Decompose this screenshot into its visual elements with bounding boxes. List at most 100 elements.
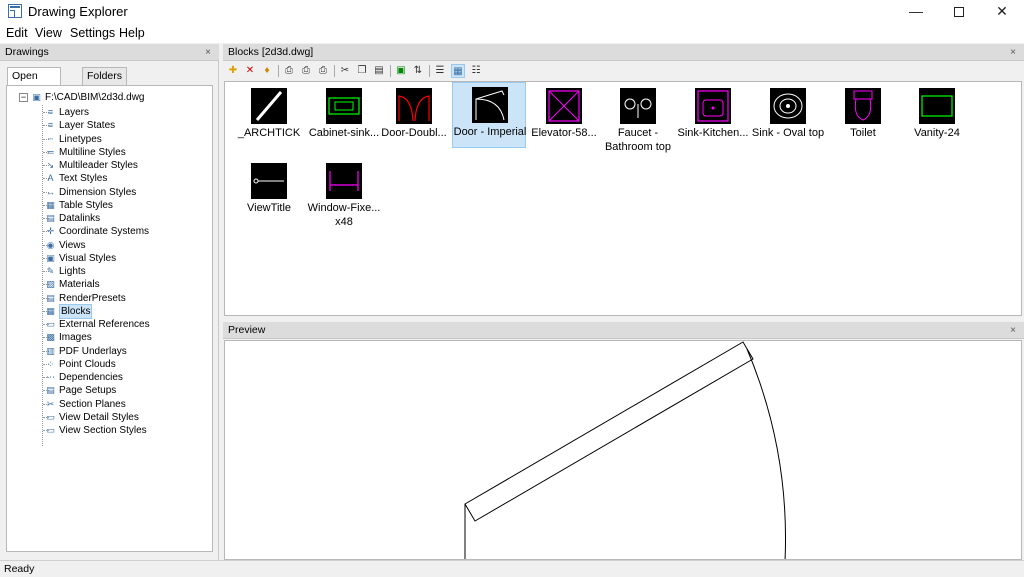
tree-item-icon: ↔ bbox=[46, 186, 55, 197]
block-label: ViewTitle bbox=[246, 202, 292, 214]
block-item[interactable]: Sink - Oval top bbox=[751, 84, 825, 150]
toolbar-separator bbox=[429, 65, 430, 77]
tree-item-label: Lights bbox=[59, 266, 86, 277]
tree-item-label: Multiline Styles bbox=[59, 146, 126, 158]
archtick-icon bbox=[251, 88, 287, 124]
block-item[interactable]: Elevator-58... bbox=[527, 84, 601, 150]
tree-item-label: PDF Underlays bbox=[59, 345, 127, 357]
cut-icon[interactable]: ✂ bbox=[338, 64, 352, 78]
sync-icon[interactable]: ⇅ bbox=[411, 64, 425, 78]
toolbar-separator bbox=[334, 65, 335, 77]
menu-bar: Edit View Settings Help bbox=[0, 23, 1024, 43]
tree-item-label: Page Setups bbox=[59, 385, 117, 397]
tree-item-label: Table Styles bbox=[59, 199, 113, 211]
drawings-panel-header: Drawings × bbox=[0, 44, 219, 61]
tree-item-icon: ↘ bbox=[46, 160, 55, 170]
tree-item-icon: ▦ bbox=[46, 199, 55, 210]
tree-item-label: Images bbox=[59, 332, 92, 344]
drawing-file-icon: ▣ bbox=[32, 92, 41, 102]
tree-item-label: View Detail Styles bbox=[59, 411, 139, 423]
door-double-icon bbox=[396, 88, 432, 124]
tab-folders[interactable]: Folders bbox=[82, 67, 128, 85]
tree-item-label: Point Clouds bbox=[59, 358, 116, 370]
tree-item-label: Multileader Styles bbox=[59, 160, 138, 171]
block-item[interactable]: _ARCHTICK bbox=[232, 84, 306, 150]
vanity-icon bbox=[919, 88, 955, 124]
drawings-panel: Drawings × Open Drawings Folders − ▣ F:\… bbox=[0, 44, 219, 560]
toolbar-separator bbox=[278, 65, 279, 77]
block-item[interactable]: Window-Fixe... x48 bbox=[307, 159, 381, 228]
tree-item-icon: A bbox=[47, 173, 54, 184]
thumbnail-view-icon[interactable]: ▦ bbox=[451, 64, 465, 78]
maximize-button[interactable] bbox=[936, 0, 982, 23]
app-icon bbox=[8, 4, 22, 18]
refresh-icon[interactable]: ▣ bbox=[394, 64, 408, 78]
insert-icon[interactable]: ⎙ bbox=[282, 64, 296, 78]
block-item[interactable]: Vanity-24 bbox=[900, 84, 974, 150]
close-icon: ✕ bbox=[996, 3, 1008, 19]
tree-item-icon: ▩ bbox=[46, 332, 55, 343]
tab-open-drawings[interactable]: Open Drawings bbox=[7, 67, 61, 98]
tree-item-label: Datalinks bbox=[59, 213, 101, 224]
insert-2-icon[interactable]: ⎙ bbox=[299, 64, 313, 78]
tree-item-label: Blocks bbox=[59, 303, 93, 319]
close-window-button[interactable]: ✕ bbox=[979, 0, 1024, 23]
block-item[interactable]: Cabinet-sink... bbox=[307, 84, 381, 150]
block-item[interactable]: Door-Doubl... bbox=[377, 84, 451, 150]
maximize-icon bbox=[954, 7, 964, 18]
tree-item-icon: ┄ bbox=[47, 133, 54, 144]
faucet-icon bbox=[620, 88, 656, 124]
tree-item-label: Section Planes bbox=[59, 398, 126, 410]
menu-help[interactable]: Help bbox=[119, 26, 145, 40]
tree-item-label: Dependencies bbox=[59, 372, 123, 383]
menu-edit[interactable]: Edit bbox=[6, 26, 28, 40]
blocks-grid: _ARCHTICK Cabinet-sink... Door-Doubl... Doo… bbox=[224, 81, 1022, 316]
block-label: Faucet - Bathroom top bbox=[604, 127, 672, 153]
block-label: Toilet bbox=[850, 127, 876, 139]
tree-item-label: Views bbox=[59, 239, 86, 251]
blocks-panel-close-icon[interactable]: × bbox=[1010, 44, 1016, 61]
insert-3-icon[interactable]: ⎙ bbox=[316, 64, 330, 78]
drawings-panel-title: Drawings bbox=[5, 46, 49, 58]
tree-item-icon: ≡ bbox=[47, 120, 54, 131]
preview-panel-close-icon[interactable]: × bbox=[1010, 322, 1016, 339]
sink-kitchen-icon bbox=[695, 88, 731, 124]
blocks-panel-title: Blocks [2d3d.dwg] bbox=[228, 46, 314, 58]
tree-item-label: RenderPresets bbox=[59, 292, 126, 304]
copy-icon[interactable]: ❐ bbox=[355, 64, 369, 78]
drawing-tree[interactable]: − ▣ F:\CAD\BIM\2d3d.dwg ≡ Layers ≡ Layer St… bbox=[6, 85, 213, 552]
window-title: Drawing Explorer bbox=[28, 4, 128, 19]
tree-item-label: Dimension Styles bbox=[59, 186, 137, 198]
minimize-button[interactable]: — bbox=[893, 0, 939, 23]
door-preview-drawing bbox=[464, 341, 786, 559]
detail-view-icon[interactable]: ☷ bbox=[469, 64, 483, 78]
tree-item-label: View Section Styles bbox=[59, 425, 147, 436]
paste-icon[interactable]: ▤ bbox=[372, 64, 386, 78]
block-item[interactable]: Toilet bbox=[826, 84, 900, 150]
new-icon[interactable]: ✚ bbox=[226, 64, 240, 78]
tree-connector bbox=[42, 105, 43, 446]
collapse-toggle-icon[interactable]: − bbox=[19, 93, 28, 102]
viewtitle-icon bbox=[251, 163, 287, 199]
delete-icon[interactable]: ✕ bbox=[243, 64, 257, 78]
list-view-icon[interactable]: ☰ bbox=[433, 64, 447, 78]
menu-view[interactable]: View bbox=[35, 26, 62, 40]
preview-panel-title: Preview bbox=[228, 324, 266, 336]
purge-icon[interactable]: ♦ bbox=[260, 64, 274, 78]
tree-item-icon: ▤ bbox=[46, 385, 55, 396]
tree-item-label: Layers bbox=[59, 107, 90, 118]
tree-item-icon: ▦ bbox=[46, 305, 55, 316]
tree-item-icon: ▨ bbox=[46, 279, 55, 290]
block-item[interactable]: Door - Imperial bbox=[452, 82, 526, 148]
block-item[interactable]: ViewTitle bbox=[232, 159, 306, 225]
block-label: Sink - Oval top bbox=[751, 127, 825, 139]
menu-settings[interactable]: Settings bbox=[70, 26, 115, 40]
sink-oval-icon bbox=[770, 88, 806, 124]
block-label: _ARCHTICK bbox=[237, 127, 301, 139]
drawings-panel-close-icon[interactable]: × bbox=[205, 44, 211, 61]
tree-item-icon: ▣ bbox=[46, 252, 55, 263]
preview-panel: Preview × bbox=[223, 322, 1024, 560]
block-item[interactable]: Faucet - Bathroom top bbox=[601, 84, 675, 153]
preview-panel-header: Preview × bbox=[223, 322, 1024, 339]
block-item[interactable]: Sink-Kitchen... bbox=[676, 84, 750, 150]
